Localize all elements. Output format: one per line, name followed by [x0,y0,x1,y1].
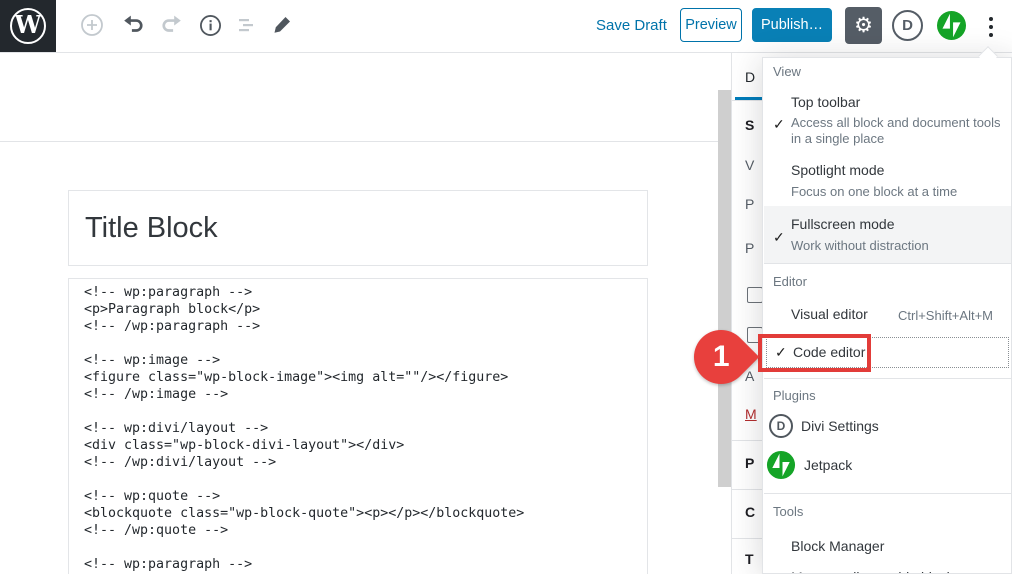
visibility-label: V [745,157,754,173]
check-icon: ✓ [773,116,785,133]
undo-button[interactable] [121,13,145,37]
edit-tool-button[interactable] [270,13,294,37]
post-title-input[interactable]: Title Block [68,190,648,266]
jetpack-icon [766,450,796,480]
tab-document[interactable]: D [745,69,755,85]
pending-review-checkbox[interactable] [747,327,763,343]
undo-icon [122,14,144,36]
menu-item-visual-editor[interactable]: Visual editor [791,306,868,324]
preview-button[interactable]: Preview [680,8,742,42]
save-draft-button[interactable]: Save Draft [596,17,667,34]
plus-circle-icon [80,13,104,37]
menu-section-view: View [773,64,801,79]
move-to-trash-link[interactable]: M [745,406,757,422]
options-menu: View Top toolbar ✓ Access all block and … [762,57,1012,574]
menu-item-jetpack[interactable]: Jetpack [766,450,852,480]
stick-to-top-checkbox[interactable] [747,287,763,303]
divi-d-icon: D [769,414,793,438]
divi-d-icon: D [902,17,913,34]
menu-item-top-toolbar[interactable]: Top toolbar [791,94,860,112]
menu-divider [764,378,1012,379]
content-structure-button[interactable] [198,13,222,37]
post-title-text: Title Block [85,212,218,245]
tags-panel-header[interactable]: T [745,551,754,567]
status-visibility-panel-header[interactable]: S [745,117,754,133]
block-navigation-button[interactable] [235,13,259,37]
info-icon [199,14,222,37]
jetpack-icon [936,10,967,41]
editor-header: W [0,0,1012,53]
menu-divider [764,263,1012,264]
menu-item-code-editor[interactable]: Code editor [793,344,865,362]
wordpress-logo-icon: W [10,8,46,44]
pencil-icon [271,14,293,36]
menu-item-spotlight-mode[interactable]: Spotlight mode [791,162,884,180]
publish-label: P [745,196,754,212]
post-format-label: P [745,240,754,256]
code-editor-content: <!-- wp:paragraph --> <p>Paragraph block… [69,279,647,574]
check-icon: ✓ [773,229,785,246]
menu-item-fullscreen-highlight [764,206,1012,263]
menu-section-tools: Tools [773,504,803,519]
editor-scrollbar[interactable] [718,90,731,487]
menu-section-editor: Editor [773,274,807,289]
gear-icon: ⚙ [854,15,873,36]
categories-panel-header[interactable]: C [745,504,755,520]
permalink-panel-header[interactable]: P [745,455,754,471]
settings-toggle-button[interactable]: ⚙ [845,7,882,44]
divi-toolbar-button[interactable]: D [892,10,923,41]
add-block-button[interactable] [80,13,104,37]
redo-button[interactable] [160,13,184,37]
author-label: A [745,368,754,384]
jetpack-toolbar-button[interactable] [936,10,967,41]
wordpress-logo-button[interactable]: W [0,0,56,52]
visual-editor-shortcut: Ctrl+Shift+Alt+M [898,308,993,323]
menu-item-block-manager[interactable]: Block Manager [791,538,884,556]
menu-divider [764,493,1012,494]
more-options-button[interactable] [984,13,998,41]
menu-item-divi-settings[interactable]: D Divi Settings [769,414,879,438]
redo-icon [161,14,183,36]
check-icon: ✓ [775,344,787,361]
ellipsis-icon [989,17,994,22]
menu-item-fullscreen-desc: Work without distraction [791,238,1001,254]
publish-button[interactable]: Publish… [752,8,832,42]
wordpress-w-letter: W [15,13,42,37]
code-editor-textarea[interactable]: <!-- wp:paragraph --> <p>Paragraph block… [68,278,648,574]
menu-item-spotlight-desc: Focus on one block at a time [791,184,1001,200]
canvas-divider [0,141,731,142]
menu-item-top-toolbar-desc: Access all block and document tools in a… [791,115,1001,147]
menu-item-fullscreen-mode[interactable]: Fullscreen mode [791,216,895,234]
menu-section-plugins: Plugins [773,388,816,403]
menu-item-manage-reusable-blocks[interactable]: Manage all reusable blocks [791,569,961,574]
editor-canvas: Title Block <!-- wp:paragraph --> <p>Par… [0,53,731,574]
annotation-step-number: 1 [713,340,730,374]
list-outline-icon [236,14,258,36]
